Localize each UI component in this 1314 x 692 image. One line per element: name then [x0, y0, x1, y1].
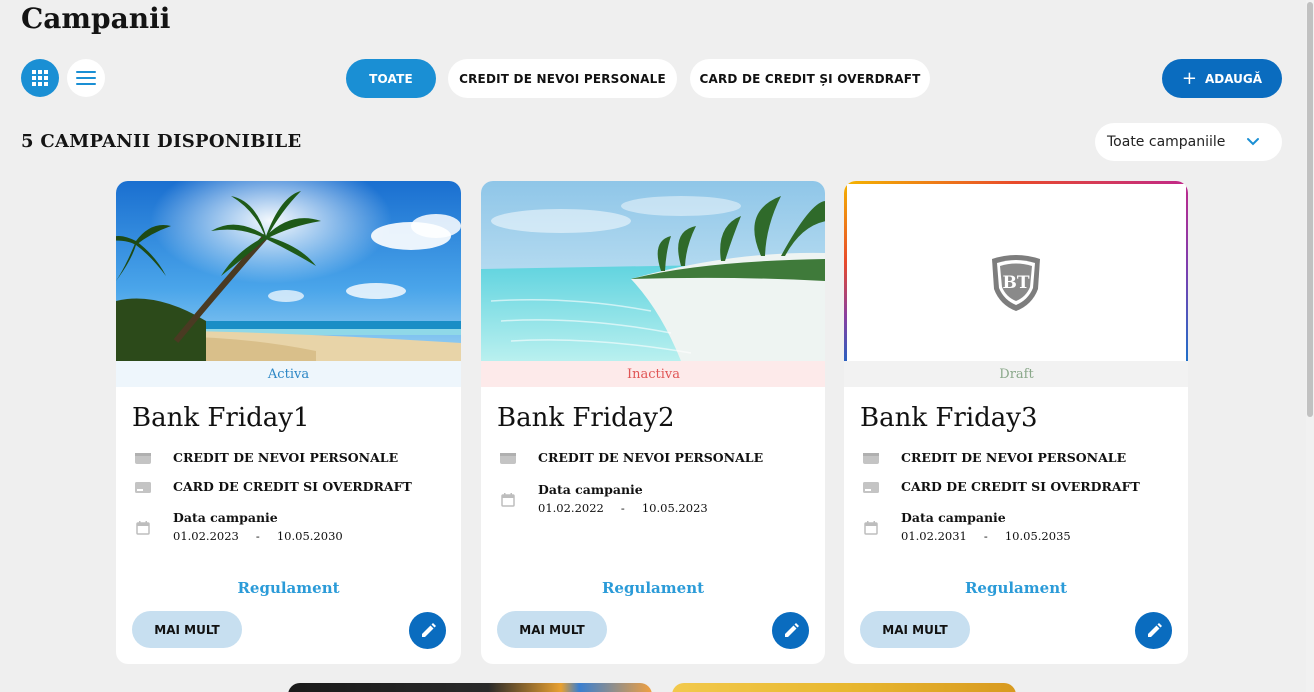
date-row: Data campanie 01.02.2031 - 10.05.2035	[860, 509, 1071, 543]
more-button[interactable]: MAI MULT	[132, 611, 242, 648]
date-end: 10.05.2035	[1004, 529, 1071, 543]
tab-all[interactable]: TOATE	[346, 59, 436, 98]
scrollbar[interactable]	[1306, 0, 1314, 692]
product-row: CREDIT DE NEVOI PERSONALE	[132, 449, 398, 467]
status-filter-value: Toate campaniile	[1107, 134, 1226, 150]
product-row: CREDIT DE NEVOI PERSONALE	[497, 449, 763, 467]
date-row: Data campanie 01.02.2023 - 10.05.2030	[132, 509, 343, 543]
more-button[interactable]: MAI MULT	[860, 611, 970, 648]
date-start: 01.02.2022	[538, 501, 604, 515]
status-filter-select[interactable]: Toate campaniile	[1095, 123, 1282, 161]
campaign-card-partial	[288, 683, 652, 692]
campaign-title: Bank Friday1	[132, 403, 310, 433]
page-title: Campanii	[21, 2, 171, 35]
campaign-count-heading: 5 CAMPANII DISPONIBILE	[21, 131, 302, 152]
credit-card-icon	[860, 478, 882, 496]
calendar-icon	[132, 519, 154, 537]
date-end: 10.05.2030	[276, 529, 343, 543]
date-label: Data campanie	[901, 510, 1006, 525]
date-separator: -	[255, 529, 260, 543]
wallet-icon	[860, 449, 882, 467]
status-badge: Inactiva	[481, 361, 825, 387]
pencil-icon	[784, 622, 799, 637]
calendar-icon	[497, 491, 519, 509]
list-view-button[interactable]	[67, 59, 105, 97]
list-icon	[76, 71, 96, 85]
date-start: 01.02.2023	[173, 529, 239, 543]
plus-icon: +	[1181, 67, 1198, 89]
product-row: CARD DE CREDIT SI OVERDRAFT	[860, 478, 1140, 496]
svg-text:BT: BT	[1002, 273, 1029, 293]
date-range: 01.02.2031 - 10.05.2035	[901, 529, 1071, 543]
more-button[interactable]: MAI MULT	[497, 611, 607, 648]
date-separator: -	[620, 501, 625, 515]
chevron-down-icon	[1247, 138, 1259, 146]
date-separator: -	[983, 529, 988, 543]
product-row: CREDIT DE NEVOI PERSONALE	[860, 449, 1126, 467]
date-start: 01.02.2031	[901, 529, 967, 543]
campaign-card-partial	[672, 683, 1016, 692]
product-label: CREDIT DE NEVOI PERSONALE	[538, 450, 764, 465]
rules-link[interactable]: Regulament	[116, 579, 461, 597]
campaign-card: BT Draft Bank Friday3 CREDIT DE NEVOI PE…	[844, 181, 1188, 664]
date-end: 10.05.2023	[641, 501, 708, 515]
campaign-title: Bank Friday3	[860, 403, 1038, 433]
product-row: CARD DE CREDIT SI OVERDRAFT	[132, 478, 412, 496]
add-campaign-button[interactable]: + ADAUGĂ	[1162, 59, 1282, 98]
pencil-icon	[1147, 622, 1162, 637]
calendar-icon	[860, 519, 882, 537]
wallet-icon	[497, 449, 519, 467]
wallet-icon	[132, 449, 154, 467]
rules-link[interactable]: Regulament	[481, 579, 825, 597]
edit-button[interactable]	[1135, 612, 1172, 649]
date-row: Data campanie 01.02.2022 - 10.05.2023	[497, 481, 708, 515]
campaign-image: BT	[844, 181, 1188, 361]
campaign-title: Bank Friday2	[497, 403, 675, 433]
date-label: Data campanie	[173, 510, 278, 525]
date-range: 01.02.2022 - 10.05.2023	[538, 501, 708, 515]
campaign-image	[481, 181, 825, 361]
status-badge: Draft	[844, 361, 1188, 387]
product-label: CREDIT DE NEVOI PERSONALE	[173, 450, 399, 465]
scrollbar-thumb[interactable]	[1307, 2, 1313, 417]
edit-button[interactable]	[772, 612, 809, 649]
campaign-card: Inactiva Bank Friday2 CREDIT DE NEVOI PE…	[481, 181, 825, 664]
campaign-card: Activa Bank Friday1 CREDIT DE NEVOI PERS…	[116, 181, 461, 664]
credit-card-icon	[132, 478, 154, 496]
campaign-image	[116, 181, 461, 361]
grid-icon	[32, 70, 48, 86]
product-label: CARD DE CREDIT SI OVERDRAFT	[173, 479, 412, 494]
add-button-label: ADAUGĂ	[1205, 71, 1263, 86]
tab-personal-loan[interactable]: CREDIT DE NEVOI PERSONALE	[448, 59, 677, 98]
pencil-icon	[421, 622, 436, 637]
rules-link[interactable]: Regulament	[844, 579, 1188, 597]
product-label: CARD DE CREDIT SI OVERDRAFT	[901, 479, 1140, 494]
date-range: 01.02.2023 - 10.05.2030	[173, 529, 343, 543]
edit-button[interactable]	[409, 612, 446, 649]
status-badge: Activa	[116, 361, 461, 387]
tab-credit-card-overdraft[interactable]: CARD DE CREDIT ȘI OVERDRAFT	[690, 59, 930, 98]
date-label: Data campanie	[538, 482, 643, 497]
grid-view-button[interactable]	[21, 59, 59, 97]
product-label: CREDIT DE NEVOI PERSONALE	[901, 450, 1127, 465]
